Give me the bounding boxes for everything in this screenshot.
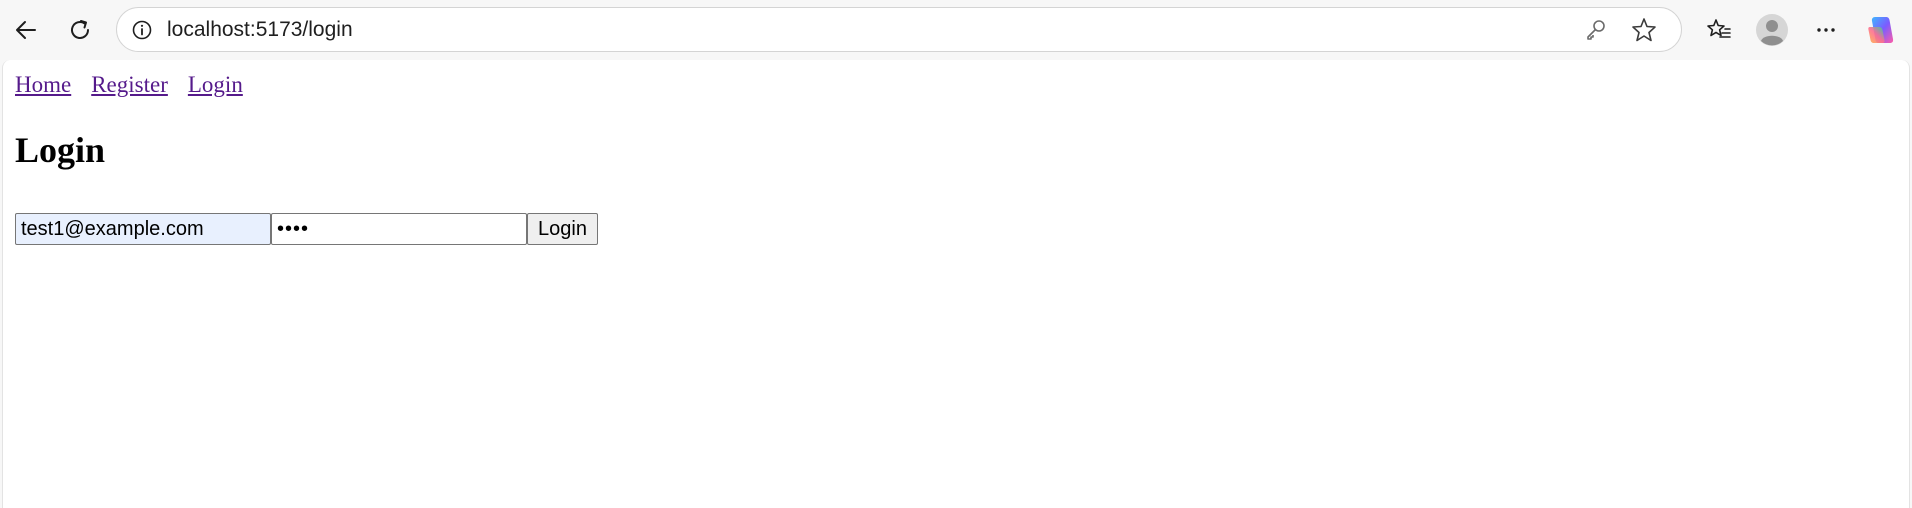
page-title: Login	[15, 130, 106, 170]
email-input[interactable]	[15, 213, 271, 245]
login-form: Login	[15, 213, 598, 245]
favorites-icon	[1707, 19, 1731, 38]
address-bar[interactable]: localhost:5173/login	[116, 7, 1682, 52]
copilot-icon	[1868, 17, 1894, 43]
browser-toolbar: localhost:5173/login	[0, 0, 1912, 60]
info-icon	[132, 20, 152, 40]
site-nav: Home Register Login	[15, 72, 263, 98]
nav-link-login[interactable]: Login	[188, 72, 243, 97]
password-input[interactable]	[271, 213, 527, 245]
site-info-button[interactable]	[130, 18, 154, 42]
star-icon	[1632, 18, 1656, 42]
favorites-button[interactable]	[1699, 10, 1739, 50]
favorite-button[interactable]	[1630, 16, 1658, 44]
copilot-button[interactable]	[1862, 10, 1902, 50]
url-text[interactable]: localhost:5173/login	[167, 19, 353, 41]
page-content: Home Register Login Login Login	[15, 72, 598, 245]
profile-avatar-icon	[1756, 14, 1788, 46]
nav-link-home[interactable]: Home	[15, 72, 71, 97]
back-arrow-icon	[16, 21, 36, 39]
more-options-icon	[1817, 28, 1835, 32]
back-button[interactable]	[6, 10, 46, 50]
key-icon	[1587, 20, 1605, 40]
more-options-button[interactable]	[1806, 10, 1846, 50]
profile-button[interactable]	[1752, 10, 1792, 50]
password-key-button[interactable]	[1583, 17, 1609, 43]
refresh-button[interactable]	[60, 10, 100, 50]
login-button[interactable]: Login	[527, 213, 598, 245]
page-viewport: Home Register Login Login Login	[2, 60, 1910, 508]
nav-link-register[interactable]: Register	[91, 72, 168, 97]
refresh-icon	[71, 20, 89, 39]
